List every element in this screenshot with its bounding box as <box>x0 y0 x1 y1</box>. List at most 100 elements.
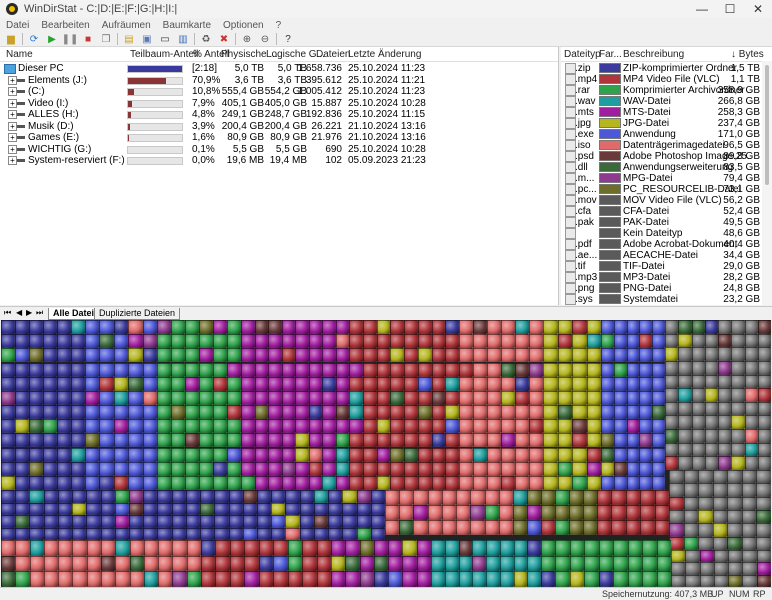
treemap-cell[interactable] <box>718 333 732 348</box>
treemap-cell[interactable] <box>241 447 255 462</box>
treemap-cell[interactable] <box>515 320 529 335</box>
treemap-cell[interactable] <box>431 419 446 434</box>
treemap-cell[interactable] <box>541 490 555 505</box>
treemap-cell[interactable] <box>727 483 742 497</box>
treemap-cell[interactable] <box>57 433 71 448</box>
treemap-cell[interactable] <box>1 475 15 490</box>
treemap-cell[interactable] <box>543 461 558 476</box>
treemap-cell[interactable] <box>186 540 201 556</box>
extension-row[interactable]: .cfa CFA-Datei 52,4 GB <box>561 206 762 217</box>
treemap-cell[interactable] <box>201 571 216 587</box>
treemap-cell[interactable] <box>157 405 171 420</box>
treemap-cell[interactable] <box>335 475 349 490</box>
treemap-cell[interactable] <box>1 405 15 420</box>
treemap-cell[interactable] <box>390 461 404 476</box>
extension-row[interactable]: .zip ZIP-komprimierter Ordner 1,5 TB <box>561 63 762 74</box>
treemap-cell[interactable] <box>15 490 30 503</box>
treemap-cell[interactable] <box>328 515 343 528</box>
minimize-icon[interactable]: — <box>688 0 716 18</box>
treemap-cell[interactable] <box>128 461 143 476</box>
treemap-cell[interactable] <box>85 348 100 363</box>
treemap-cell[interactable] <box>572 334 587 349</box>
treemap-cell[interactable] <box>57 419 71 434</box>
treemap-cell[interactable] <box>29 447 43 462</box>
treemap-cell[interactable] <box>15 376 29 391</box>
treemap-cell[interactable] <box>601 348 614 363</box>
treemap-cell[interactable] <box>1 390 15 405</box>
treemap-cell[interactable] <box>71 461 85 476</box>
treemap-cell[interactable] <box>227 433 241 448</box>
treemap-cell[interactable] <box>143 527 158 540</box>
expand-icon[interactable]: + <box>8 87 17 96</box>
treemap-cell[interactable] <box>128 419 143 434</box>
treemap-cell[interactable] <box>685 550 700 563</box>
treemap-cell[interactable] <box>625 505 641 520</box>
treemap-cell[interactable] <box>43 527 58 540</box>
treemap-cell[interactable] <box>665 442 679 457</box>
treemap-cell[interactable] <box>501 405 515 420</box>
treemap-cell[interactable] <box>227 447 241 462</box>
treemap-cell[interactable] <box>331 571 346 587</box>
treemap-cell[interactable] <box>199 334 213 349</box>
treemap-cell[interactable] <box>128 390 143 405</box>
treemap-cell[interactable] <box>691 429 705 443</box>
treemap-cell[interactable] <box>295 320 309 335</box>
treemap-cell[interactable] <box>308 362 322 377</box>
treemap-cell[interactable] <box>199 376 213 391</box>
treemap-cell[interactable] <box>541 555 556 572</box>
treemap-cell[interactable] <box>1 320 15 335</box>
treemap-cell[interactable] <box>431 447 446 462</box>
menu-baumkarte[interactable]: Baumkarte <box>163 20 211 31</box>
treemap-cell[interactable] <box>652 447 665 462</box>
treemap-cell[interactable] <box>257 502 272 515</box>
treemap-cell[interactable] <box>362 362 377 377</box>
treemap-cell[interactable] <box>129 555 144 572</box>
treemap-cell[interactable] <box>29 390 43 405</box>
treemap-cell[interactable] <box>214 502 229 515</box>
treemap-cell[interactable] <box>57 475 71 490</box>
treemap-cell[interactable] <box>671 562 686 575</box>
treemap-cell[interactable] <box>527 571 541 587</box>
treemap-cell[interactable] <box>254 362 268 377</box>
treemap-cell[interactable] <box>639 447 653 462</box>
treemap-cell[interactable] <box>157 502 172 515</box>
treemap-cell[interactable] <box>1 515 16 528</box>
treemap-cell[interactable] <box>731 442 745 457</box>
treemap-cell[interactable] <box>241 433 255 448</box>
treemap-cell[interactable] <box>601 320 614 335</box>
treemap-cell[interactable] <box>100 527 115 540</box>
treemap-cell[interactable] <box>691 442 705 457</box>
treemap-cell[interactable] <box>626 447 640 462</box>
expand-icon[interactable]: + <box>8 110 17 119</box>
treemap-cell[interactable] <box>322 461 336 476</box>
treemap-cell[interactable] <box>427 505 442 520</box>
treemap-cell[interactable] <box>529 376 543 391</box>
treemap-cell[interactable] <box>268 334 282 349</box>
treemap-cell[interactable] <box>71 433 85 448</box>
treemap-cell[interactable] <box>15 390 29 405</box>
treemap-cell[interactable] <box>142 433 157 448</box>
treemap-cell[interactable] <box>584 540 599 556</box>
extension-row[interactable]: .tif TIF-Datei 29,0 GB <box>561 261 762 272</box>
treemap-cell[interactable] <box>15 571 30 587</box>
treemap-cell[interactable] <box>349 475 363 490</box>
treemap-cell[interactable] <box>665 415 679 430</box>
treemap-cell[interactable] <box>373 555 389 572</box>
treemap-cell[interactable] <box>555 505 569 520</box>
treemap-cell[interactable] <box>43 447 57 462</box>
treemap-cell[interactable] <box>683 470 699 484</box>
treemap-cell[interactable] <box>376 475 391 490</box>
treemap-cell[interactable] <box>71 376 85 391</box>
treemap-cell[interactable] <box>302 555 317 572</box>
treemap-cell[interactable] <box>613 405 627 420</box>
treemap-cell[interactable] <box>185 527 201 540</box>
treemap-cell[interactable] <box>744 415 758 430</box>
treemap-cell[interactable] <box>640 520 655 535</box>
treemap-cell[interactable] <box>385 505 400 520</box>
treemap-cell[interactable] <box>349 334 363 349</box>
tree-row[interactable]: + System-reserviert (F:) 0,0% 19,6 MB 19,4 M… <box>0 155 558 166</box>
treemap-cell[interactable] <box>613 540 628 556</box>
treemap-cell[interactable] <box>691 320 705 334</box>
expand-icon[interactable]: + <box>8 156 17 165</box>
treemap-cell[interactable] <box>445 433 459 448</box>
